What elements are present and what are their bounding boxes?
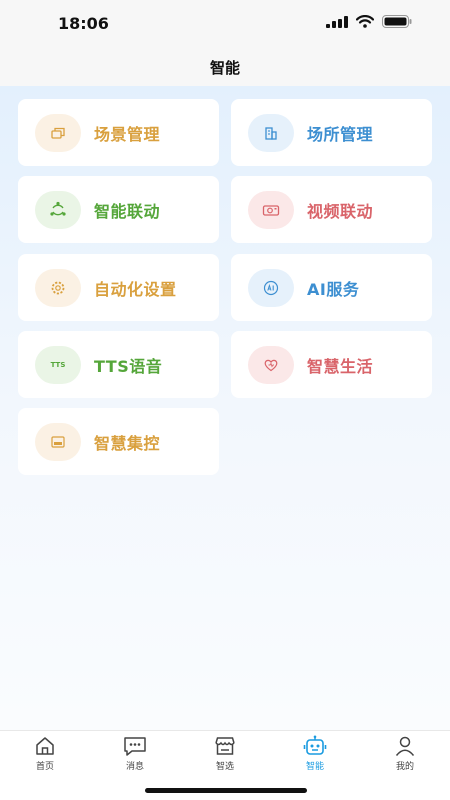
scene-icon — [51, 127, 65, 139]
building-icon-badge — [248, 113, 294, 152]
home-indicator — [145, 788, 307, 793]
card-smart-control[interactable]: 智慧集控 — [18, 408, 219, 475]
scene-icon-badge — [35, 113, 81, 152]
ai-icon — [263, 280, 279, 295]
panel-icon — [51, 435, 65, 448]
battery-icon — [382, 15, 412, 28]
card-label: 视频联动 — [307, 201, 374, 221]
gear-icon — [51, 281, 65, 294]
card-label: 自动化设置 — [94, 279, 177, 299]
gear-icon-badge — [35, 268, 81, 307]
page-title: 智能 — [209, 58, 240, 77]
card-tts-voice[interactable]: TTS TTS语音 — [18, 331, 219, 398]
card-venue-management[interactable]: 场所管理 — [231, 99, 432, 166]
heart-icon — [264, 359, 278, 371]
store-icon — [215, 737, 235, 755]
tts-icon: TTS — [35, 345, 81, 384]
card-label: 智慧生活 — [307, 356, 374, 376]
card-automation-settings[interactable]: 自动化设置 — [18, 254, 219, 321]
card-smart-life[interactable]: 智慧生活 — [231, 331, 432, 398]
card-label: TTS语音 — [94, 356, 163, 376]
card-scene-management[interactable]: 场景管理 — [18, 99, 219, 166]
tab-home[interactable]: 首页 — [0, 735, 90, 775]
status-time: 18:06 — [58, 14, 109, 33]
message-icon — [124, 737, 146, 756]
tab-label: 智能 — [305, 762, 324, 772]
linkage-icon-badge — [35, 190, 81, 229]
camera-icon — [262, 204, 280, 216]
card-label: 场所管理 — [307, 124, 374, 144]
ai-icon-badge — [248, 268, 294, 307]
tab-label: 首页 — [35, 762, 54, 772]
panel-icon-badge — [35, 422, 81, 461]
wifi-icon — [356, 15, 374, 28]
tab-messages[interactable]: 消息 — [90, 735, 180, 775]
tab-label: 我的 — [395, 762, 414, 772]
building-icon — [265, 126, 277, 140]
card-video-linkage[interactable]: 视频联动 — [231, 176, 432, 243]
signal-icon — [326, 15, 348, 28]
tab-label: 消息 — [125, 762, 144, 772]
card-smart-linkage[interactable]: 智能联动 — [18, 176, 219, 243]
card-label: 智能联动 — [94, 201, 161, 221]
tts-icon-text: TTS — [50, 360, 66, 369]
tab-label: 智选 — [215, 762, 234, 772]
home-icon — [36, 737, 54, 755]
card-label: 智慧集控 — [94, 433, 161, 453]
camera-icon-badge — [248, 190, 294, 229]
tab-smart[interactable]: 智能 — [270, 735, 360, 775]
tab-store[interactable]: 智选 — [180, 735, 270, 775]
tab-profile[interactable]: 我的 — [360, 735, 450, 775]
user-icon — [395, 736, 415, 756]
heart-icon-badge — [248, 345, 294, 384]
card-label: AI服务 — [307, 279, 360, 299]
nav-bar: 智能 — [0, 48, 450, 86]
robot-icon — [303, 735, 327, 755]
status-icons — [326, 15, 412, 28]
status-bar: 18:06 — [0, 0, 450, 48]
main-content: 场景管理 场所管理 智能联动 视频联动 自动化设置 AI服务 TTS TTS语音… — [0, 86, 450, 730]
card-ai-service[interactable]: AI服务 — [231, 254, 432, 321]
card-label: 场景管理 — [94, 124, 161, 144]
linkage-icon — [50, 201, 66, 216]
